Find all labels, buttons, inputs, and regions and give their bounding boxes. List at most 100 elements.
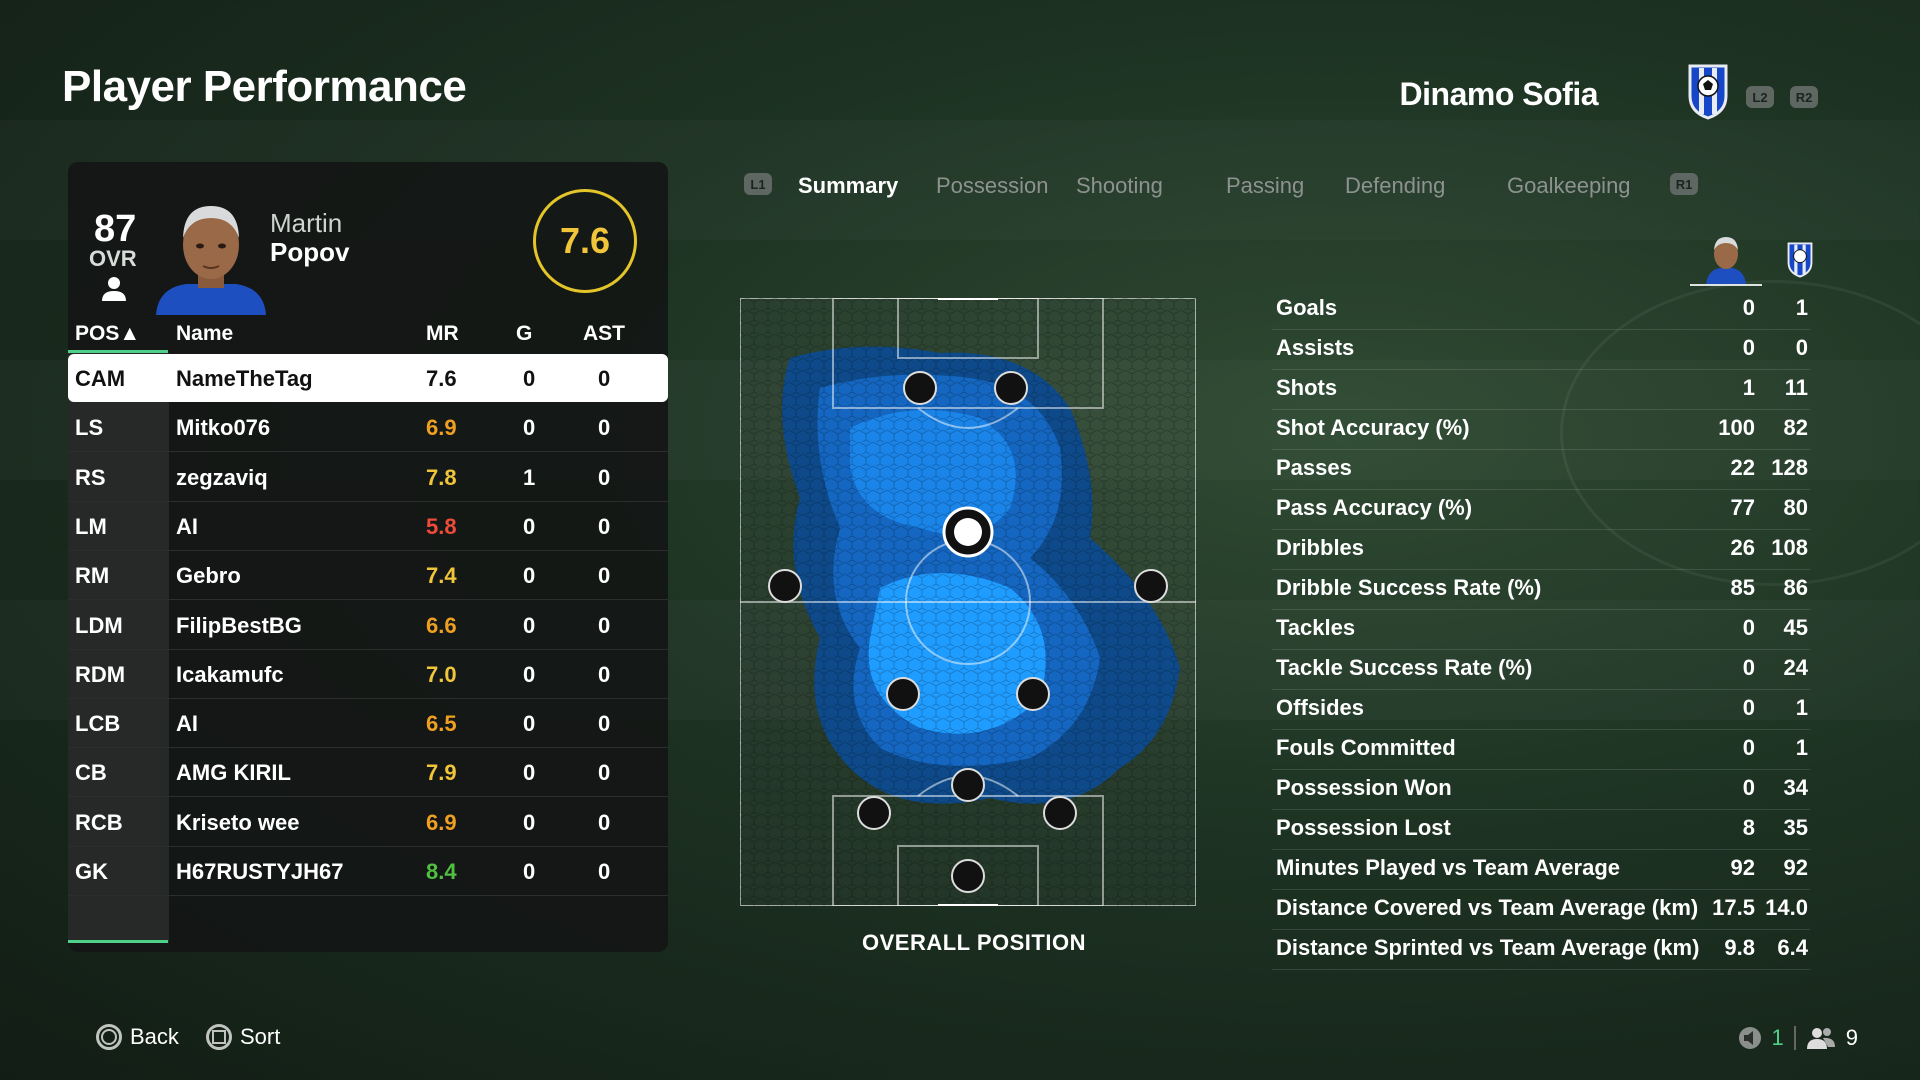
row-pos: LDM bbox=[75, 612, 123, 638]
stat-label: Distance Sprinted vs Team Average (km) bbox=[1276, 935, 1700, 960]
row-name: zegzaviq bbox=[176, 464, 268, 490]
row-ast: 0 bbox=[598, 612, 611, 638]
stat-team-value: 35 bbox=[1783, 815, 1808, 840]
row-ast: 0 bbox=[598, 513, 611, 539]
position-dot-lcb bbox=[857, 796, 891, 830]
position-dot-rs bbox=[994, 371, 1028, 405]
pos-sort-indicator bbox=[68, 350, 168, 353]
row-pos: RM bbox=[75, 563, 110, 589]
row-pos: RCB bbox=[75, 809, 123, 835]
table-row[interactable]: GK H67RUSTYJH67 8.4 0 0 bbox=[68, 847, 668, 896]
header-name[interactable]: Name bbox=[176, 322, 233, 346]
row-name: FilipBestBG bbox=[176, 612, 302, 638]
stat-player-value: 100 bbox=[1718, 415, 1755, 440]
row-g: 0 bbox=[523, 760, 536, 786]
stat-player-value: 77 bbox=[1730, 495, 1755, 520]
stat-player-value: 0 bbox=[1742, 735, 1755, 760]
stat-team-value: 34 bbox=[1783, 775, 1808, 800]
table-row[interactable]: RM Gebro 7.4 0 0 bbox=[68, 551, 668, 601]
table-row[interactable]: LM AI 5.8 0 0 bbox=[68, 502, 668, 551]
page-title: Player Performance bbox=[62, 62, 467, 111]
stat-player-value: 0 bbox=[1742, 775, 1755, 800]
square-button-icon bbox=[206, 1024, 232, 1050]
stat-label: Shots bbox=[1276, 375, 1338, 400]
table-row[interactable]: LCB AI 6.5 0 0 bbox=[68, 699, 668, 749]
row-mr: 6.5 bbox=[426, 711, 457, 737]
l2-button[interactable]: L2 bbox=[1746, 86, 1774, 108]
position-dot-gk bbox=[951, 859, 985, 893]
table-row[interactable]: CB AMG KIRIL 7.9 0 0 bbox=[68, 748, 668, 798]
stat-row: Goals 0 1 bbox=[1272, 290, 1810, 330]
circle-button-icon bbox=[96, 1024, 122, 1050]
stat-row: Shots 1 11 bbox=[1272, 370, 1810, 410]
table-row[interactable]: LS Mitko076 6.9 0 0 bbox=[68, 403, 668, 453]
row-ast: 0 bbox=[598, 366, 611, 391]
stat-team-value: 92 bbox=[1783, 855, 1808, 880]
stat-team-value: 11 bbox=[1784, 375, 1808, 400]
sort-button[interactable]: Sort bbox=[206, 1024, 280, 1050]
stat-player-value: 92 bbox=[1730, 855, 1755, 880]
row-mr: 8.4 bbox=[426, 859, 457, 884]
table-row[interactable]: RCB Kriseto wee 6.9 0 0 bbox=[68, 798, 668, 847]
table-row[interactable]: CAM NameTheTag 7.6 0 0 bbox=[68, 354, 668, 402]
tab-summary[interactable]: Summary bbox=[798, 173, 898, 199]
row-g: 0 bbox=[523, 415, 536, 441]
table-row[interactable]: LDM FilipBestBG 6.6 0 0 bbox=[68, 601, 668, 650]
stat-team-value: 80 bbox=[1783, 495, 1808, 520]
r1-button[interactable]: R1 bbox=[1670, 173, 1698, 195]
stat-row: Fouls Committed 0 1 bbox=[1272, 730, 1810, 770]
stat-label: Offsides bbox=[1276, 695, 1365, 720]
header-g[interactable]: G bbox=[516, 322, 532, 346]
position-dot-cb bbox=[951, 768, 985, 802]
position-dot-rm bbox=[1134, 569, 1168, 603]
stat-row: Dribbles 26 108 bbox=[1272, 530, 1810, 570]
table-row[interactable]: RDM Icakamufc 7.0 0 0 bbox=[68, 650, 668, 699]
stat-row: Possession Lost 8 35 bbox=[1272, 810, 1810, 850]
stat-label: Passes bbox=[1276, 455, 1352, 480]
stat-row: Pass Accuracy (%) 77 80 bbox=[1272, 490, 1810, 530]
player-avatar bbox=[156, 206, 266, 315]
stat-team-value: 1 bbox=[1795, 735, 1808, 760]
player-ovr: 87 bbox=[94, 208, 137, 250]
stat-label: Shot Accuracy (%) bbox=[1276, 415, 1470, 440]
row-pos: GK bbox=[75, 859, 108, 884]
stat-row: Distance Covered vs Team Average (km) 17.… bbox=[1272, 890, 1810, 930]
table-row[interactable]: RS zegzaviq 7.8 1 0 bbox=[68, 453, 668, 502]
r2-button[interactable]: R2 bbox=[1790, 86, 1818, 108]
stat-player-value: 1 bbox=[1742, 375, 1755, 400]
speaker-muted-icon bbox=[1738, 1027, 1761, 1049]
stat-label: Minutes Played vs Team Average bbox=[1276, 855, 1620, 880]
stat-player-value: 17.5 bbox=[1712, 895, 1755, 920]
tab-goalkeeping[interactable]: Goalkeeping bbox=[1507, 173, 1631, 199]
stat-label: Dribble Success Rate (%) bbox=[1276, 575, 1542, 600]
player-column-avatar bbox=[1690, 237, 1762, 286]
row-g: 0 bbox=[523, 661, 536, 687]
row-mr: 6.6 bbox=[426, 612, 457, 638]
row-g: 0 bbox=[523, 563, 536, 589]
l1-button[interactable]: L1 bbox=[744, 173, 772, 195]
row-g: 0 bbox=[523, 859, 536, 884]
row-mr: 7.6 bbox=[426, 366, 457, 391]
position-dot-rdm bbox=[1016, 677, 1050, 711]
row-ast: 0 bbox=[598, 711, 611, 737]
back-button[interactable]: Back bbox=[96, 1024, 179, 1050]
stat-team-value: 1 bbox=[1795, 695, 1808, 720]
row-ast: 0 bbox=[598, 809, 611, 835]
stat-row: Possession Won 0 34 bbox=[1272, 770, 1810, 810]
stat-row: Distance Sprinted vs Team Average (km) 9.… bbox=[1272, 930, 1810, 970]
stat-team-value: 24 bbox=[1783, 655, 1808, 680]
tab-possession[interactable]: Possession bbox=[936, 173, 1049, 199]
header-mr[interactable]: MR bbox=[426, 322, 459, 346]
position-dot-lm bbox=[768, 569, 802, 603]
header-pos[interactable]: POS▲ bbox=[75, 322, 140, 346]
stat-label: Distance Covered vs Team Average (km) bbox=[1276, 895, 1699, 920]
row-mr: 5.8 bbox=[426, 513, 457, 539]
tab-passing[interactable]: Passing bbox=[1226, 173, 1304, 199]
header-ast[interactable]: AST bbox=[583, 322, 625, 346]
stat-row: Tackles 0 45 bbox=[1272, 610, 1810, 650]
stat-team-value: 45 bbox=[1783, 615, 1808, 640]
heatmap-caption: OVERALL POSITION bbox=[862, 930, 1086, 955]
row-ast: 0 bbox=[598, 760, 611, 786]
tab-defending[interactable]: Defending bbox=[1345, 173, 1445, 199]
tab-shooting[interactable]: Shooting bbox=[1076, 173, 1163, 199]
